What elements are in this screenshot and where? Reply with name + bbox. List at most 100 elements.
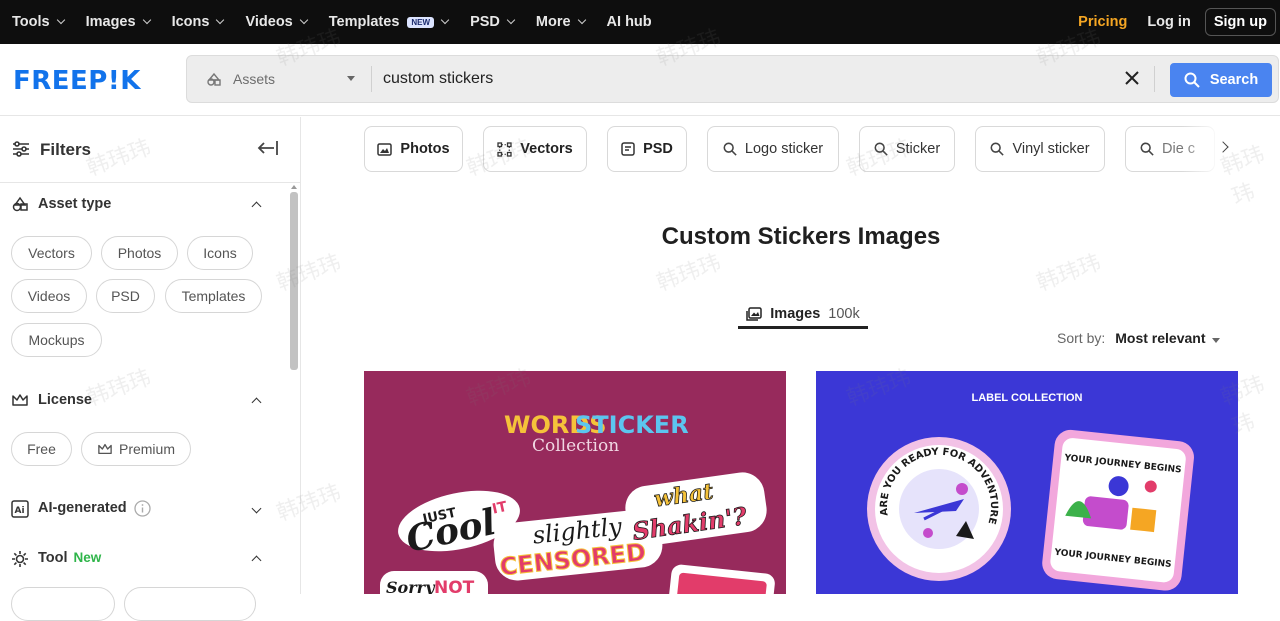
- search-button[interactable]: Search: [1170, 63, 1272, 97]
- nav-images[interactable]: Images: [85, 14, 151, 30]
- close-icon[interactable]: [1123, 69, 1141, 87]
- header: FREEP!K Assets custom stickers Search: [0, 44, 1280, 116]
- nav-ai-hub-label: AI hub: [606, 14, 652, 30]
- nav-icons[interactable]: Icons: [171, 14, 225, 30]
- sort-dropdown[interactable]: Most relevant: [1115, 330, 1220, 346]
- pill-photos[interactable]: Photos: [364, 126, 463, 172]
- new-badge: NEW: [407, 16, 435, 28]
- result-card-words-sticker[interactable]: WORDS STICKER Collection JUST Cool IT sl…: [364, 371, 786, 594]
- nav-videos[interactable]: Videos: [245, 14, 308, 30]
- tool-title-label: Tool: [38, 550, 68, 566]
- sticker-what-shakin: what Shakin'?: [625, 472, 767, 546]
- pill-logo-sticker-label: Logo sticker: [744, 141, 824, 157]
- divider: [1154, 66, 1155, 92]
- pill-logo-sticker[interactable]: Logo sticker: [707, 126, 839, 172]
- chip-templates[interactable]: Templates: [165, 279, 262, 313]
- freepik-logo[interactable]: FREEP!K: [13, 66, 141, 96]
- card2-header: LABEL COLLECTION: [971, 392, 1082, 404]
- top-nav: Tools Images Icons Videos Templates NEW P…: [0, 0, 1280, 44]
- chip-premium[interactable]: Premium: [81, 432, 191, 466]
- tab-images[interactable]: Images 100k: [738, 301, 868, 329]
- result-card-label-collection[interactable]: LABEL COLLECTION ARE YOU READY FOR ADVEN…: [816, 371, 1238, 594]
- card1-title-sticker: STICKER: [575, 411, 689, 439]
- pill-vectors-label: Vectors: [520, 141, 573, 157]
- top-nav-right: Pricing Log in Sign up: [1078, 0, 1280, 44]
- collapse-sidebar-icon[interactable]: [257, 139, 279, 157]
- nav-icons-label: Icons: [171, 14, 210, 30]
- search-icon: [723, 142, 737, 156]
- search-icon: [1140, 142, 1154, 156]
- pill-psd-label: PSD: [643, 141, 673, 157]
- chip-premium-label: Premium: [118, 441, 175, 457]
- ai-icon: Ai: [11, 500, 29, 518]
- chevron-down-icon: [577, 15, 586, 25]
- vector-icon: [497, 141, 512, 157]
- login-link[interactable]: Log in: [1147, 14, 1191, 30]
- pill-sticker[interactable]: Sticker: [859, 126, 955, 172]
- divider: [371, 66, 372, 92]
- chevron-down-icon[interactable]: [251, 503, 262, 514]
- crown-icon: [12, 394, 28, 406]
- chip-videos[interactable]: Videos: [11, 279, 87, 313]
- chevron-down-icon: [142, 15, 151, 25]
- sidebar-scrollbar[interactable]: [290, 192, 298, 370]
- nav-videos-label: Videos: [245, 14, 293, 30]
- chevron-up-icon[interactable]: [251, 397, 262, 408]
- pill-vectors[interactable]: Vectors: [483, 126, 587, 172]
- chevron-up-icon[interactable]: [251, 201, 262, 212]
- chip-photos[interactable]: Photos: [101, 236, 178, 270]
- assets-dropdown[interactable]: Assets: [205, 56, 355, 102]
- chip-mockups[interactable]: Mockups: [11, 323, 102, 357]
- pill-psd[interactable]: PSD: [607, 126, 687, 172]
- nav-psd-label: PSD: [470, 14, 500, 30]
- pill-vinyl-sticker-label: Vinyl sticker: [1012, 141, 1090, 157]
- sticker-sorry-text: Sorry: [386, 578, 436, 594]
- search-icon: [990, 142, 1005, 156]
- assets-label: Assets: [233, 71, 276, 87]
- filters-sidebar: Filters Asset type Vectors Photos Icons …: [0, 117, 301, 621]
- nav-ai-hub[interactable]: AI hub: [607, 14, 652, 30]
- nav-templates[interactable]: Templates NEW: [328, 14, 450, 30]
- nav-more-label: More: [535, 14, 571, 30]
- tool-title: Tool New: [38, 550, 101, 566]
- tab-images-count: 100k: [828, 305, 860, 322]
- chevron-up-icon[interactable]: [251, 555, 262, 566]
- filters-header: Filters: [0, 117, 300, 183]
- search-input[interactable]: custom stickers: [383, 70, 493, 88]
- pills-fade: [1182, 122, 1222, 174]
- ai-generated-title: AI-generated: [38, 500, 127, 516]
- images-icon: [746, 306, 763, 321]
- page-title: Custom Stickers Images: [661, 223, 941, 250]
- nav-tools-label: Tools: [12, 14, 50, 30]
- nav-more[interactable]: More: [535, 14, 586, 30]
- scroll-up-arrow[interactable]: [291, 185, 297, 189]
- sort-value: Most relevant: [1115, 330, 1206, 346]
- square-label: YOUR JOURNEY BEGINS YOUR JOURNEY BEGINS: [1042, 429, 1194, 591]
- chevron-down-icon: [506, 15, 516, 25]
- signup-button[interactable]: Sign up: [1204, 8, 1276, 36]
- chip-tool-partial[interactable]: [11, 587, 115, 621]
- license-title: License: [38, 392, 92, 408]
- sort-label: Sort by:: [1057, 330, 1106, 346]
- nav-psd[interactable]: PSD: [470, 14, 516, 30]
- nav-tools[interactable]: Tools: [12, 14, 65, 30]
- asset-type-icon: [12, 196, 28, 212]
- nav-templates-label: Templates: [328, 14, 400, 30]
- chevron-down-icon: [56, 15, 65, 25]
- chip-psd[interactable]: PSD: [96, 279, 155, 313]
- sliders-icon: [13, 141, 29, 157]
- nav-images-label: Images: [85, 14, 136, 30]
- search-icon: [874, 142, 888, 156]
- chip-vectors[interactable]: Vectors: [11, 236, 92, 270]
- chevron-down-icon: [440, 15, 450, 25]
- sticker-not-text: NOT: [434, 578, 475, 594]
- new-badge: New: [73, 550, 102, 565]
- chip-icons[interactable]: Icons: [187, 236, 253, 270]
- pill-vinyl-sticker[interactable]: Vinyl sticker: [975, 126, 1105, 172]
- info-icon[interactable]: [134, 500, 151, 517]
- chip-free[interactable]: Free: [11, 432, 72, 466]
- pill-sticker-label: Sticker: [895, 141, 941, 157]
- chip-tool-partial[interactable]: [124, 587, 256, 621]
- pricing-link[interactable]: Pricing: [1078, 14, 1127, 30]
- filters-title: Filters: [40, 140, 92, 159]
